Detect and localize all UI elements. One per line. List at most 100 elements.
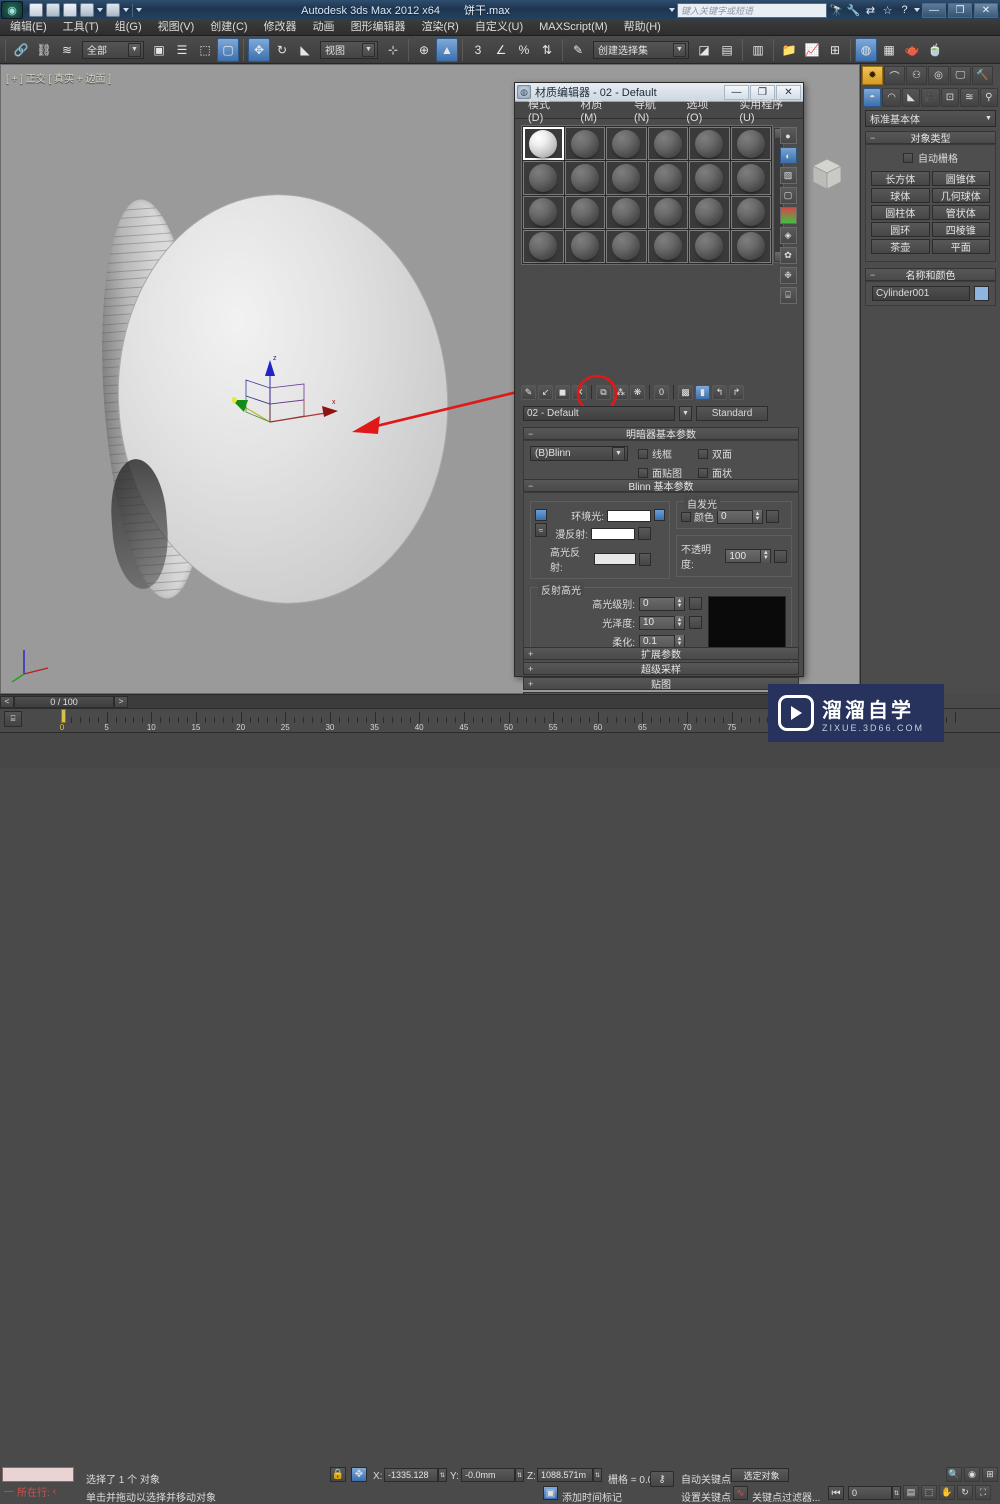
- edit-named-selection-icon[interactable]: ✎: [567, 38, 589, 62]
- x-spinner[interactable]: ⇅: [438, 1468, 447, 1482]
- material-slot-23[interactable]: [730, 229, 771, 263]
- diffuse-specular-lock-icon[interactable]: ≈: [535, 523, 547, 537]
- select-object-icon[interactable]: ▣: [148, 38, 170, 62]
- search-input[interactable]: 键入关键字或短语: [677, 2, 827, 18]
- next-frame-button[interactable]: >: [114, 695, 128, 708]
- get-material-icon[interactable]: ✎: [521, 384, 536, 400]
- make-material-copy-icon[interactable]: ⧉: [596, 384, 611, 400]
- diffuse-color-swatch[interactable]: [591, 527, 635, 540]
- zoom-icon[interactable]: 🔍: [946, 1467, 962, 1482]
- material-slot-1[interactable]: [564, 127, 605, 161]
- me-menu-material[interactable]: 材质(M): [571, 96, 625, 124]
- show-map-in-viewport-icon[interactable]: ▩: [678, 384, 693, 400]
- time-slider-handle[interactable]: [61, 709, 66, 723]
- material-slot-6[interactable]: [523, 161, 564, 195]
- object-type-collapse-icon[interactable]: −: [870, 133, 875, 143]
- opacity-map-button[interactable]: [774, 549, 787, 563]
- exchange-icon[interactable]: ⇄: [863, 3, 878, 18]
- help-dropdown-icon[interactable]: [914, 8, 920, 12]
- window-crossing-icon[interactable]: ▢: [217, 37, 239, 62]
- material-slot-22[interactable]: [689, 229, 730, 263]
- field-of-view-icon[interactable]: ▤: [903, 1485, 919, 1500]
- material-slot-9[interactable]: [647, 161, 688, 195]
- material-editor-dialog[interactable]: ◍ 材质编辑器 - 02 - Default — ❐ ✕ 模式(D) 材质(M)…: [514, 82, 804, 706]
- zoom-all-icon[interactable]: ◉: [964, 1467, 980, 1482]
- material-slot-19[interactable]: [564, 229, 605, 263]
- wireframe-checkbox[interactable]: [638, 448, 648, 459]
- blinn-rollout-header[interactable]: − Blinn 基本参数: [523, 479, 799, 493]
- material-name-input[interactable]: 02 - Default: [523, 406, 675, 421]
- menu-item-create[interactable]: 创建(C): [202, 20, 255, 35]
- minimize-button[interactable]: —: [922, 2, 946, 18]
- make-unique-icon[interactable]: ⁂: [613, 384, 628, 400]
- z-coordinate-field[interactable]: 1088.571m: [537, 1468, 593, 1482]
- object-name-input[interactable]: Cylinder001: [872, 286, 970, 301]
- align-icon[interactable]: ▤: [716, 38, 738, 62]
- material-slot-10[interactable]: [689, 161, 730, 195]
- rollout-supersampling[interactable]: + 超级采样: [523, 662, 799, 676]
- material-editor-icon[interactable]: ◍: [855, 37, 877, 62]
- twosided-checkbox-row[interactable]: 双面: [698, 446, 732, 461]
- self-illum-spin-buttons[interactable]: ▲ ▼: [752, 510, 762, 523]
- layer-manager-icon[interactable]: ▥: [747, 38, 769, 62]
- me-menu-navigation[interactable]: 导航(N): [625, 96, 677, 124]
- material-name-dropdown-icon[interactable]: ▼: [679, 406, 692, 421]
- x-coordinate-field[interactable]: -1335.128: [384, 1468, 438, 1482]
- hierarchy-tab-icon[interactable]: ⚇: [906, 65, 927, 85]
- sample-uv-tiling-icon[interactable]: ▢: [779, 187, 797, 204]
- material-slot-14[interactable]: [606, 195, 647, 229]
- blinn-collapse-icon[interactable]: −: [528, 481, 533, 491]
- options-icon[interactable]: ✿: [779, 247, 797, 264]
- transform-gizmo[interactable]: z x: [232, 350, 352, 445]
- selected-object-filter[interactable]: 选定对象: [731, 1468, 789, 1482]
- viewcube[interactable]: [805, 152, 849, 196]
- maximize-viewport-icon[interactable]: ⛶: [975, 1485, 991, 1500]
- menu-item-maxscript[interactable]: MAXScript(M): [531, 20, 615, 35]
- y-coordinate-field[interactable]: -0.0mm: [461, 1468, 515, 1482]
- utilities-tab-icon[interactable]: 🔨: [972, 65, 993, 85]
- material-slot-11[interactable]: [730, 161, 771, 195]
- bind-space-warp-icon[interactable]: ≋: [56, 38, 78, 62]
- named-selection-set-dropdown[interactable]: 创建选择集 ▼: [593, 40, 689, 59]
- select-link-icon[interactable]: 🔗: [10, 38, 32, 62]
- name-color-header[interactable]: − 名称和颜色: [865, 268, 996, 282]
- object-button-tube[interactable]: 管状体: [931, 205, 990, 220]
- material-slot-5[interactable]: [730, 127, 771, 161]
- wrench-icon[interactable]: 🔧: [846, 3, 861, 18]
- max-logo-icon[interactable]: ◉: [1, 1, 23, 19]
- category-chevron-icon[interactable]: ▼: [982, 115, 995, 122]
- ambient-diffuse-lock-icon[interactable]: [654, 509, 665, 521]
- help-icon[interactable]: ?: [897, 3, 912, 18]
- shader-chevron-icon[interactable]: ▼: [612, 446, 625, 461]
- select-scale-icon[interactable]: ◣: [294, 38, 316, 62]
- object-button-torus[interactable]: 圆环: [871, 222, 930, 237]
- me-menu-utilities[interactable]: 实用程序(U): [730, 96, 803, 124]
- add-time-tag-icon[interactable]: ▣: [543, 1486, 558, 1500]
- pan-icon[interactable]: ✋: [939, 1485, 955, 1500]
- menu-item-help[interactable]: 帮助(H): [616, 20, 669, 35]
- material-type-button[interactable]: Standard: [696, 406, 768, 421]
- orbit-icon[interactable]: ↻: [957, 1485, 973, 1500]
- specular-level-spin-buttons[interactable]: ▲ ▼: [674, 597, 684, 610]
- material-slot-21[interactable]: [647, 229, 688, 263]
- display-tab-icon[interactable]: 🖵: [950, 65, 971, 85]
- frame-counter[interactable]: 0 / 100: [14, 695, 114, 708]
- use-pivot-point-icon[interactable]: ⊹: [382, 38, 404, 62]
- viewport-label[interactable]: [ + ] 正交 [ 真实 + 边面 ]: [6, 70, 111, 85]
- name-color-collapse-icon[interactable]: −: [870, 270, 875, 280]
- category-dropdown[interactable]: 标准基本体 ▼: [865, 110, 996, 127]
- percent-snap-icon[interactable]: %: [513, 38, 535, 62]
- menu-item-customize[interactable]: 自定义(U): [467, 20, 531, 35]
- maximize-button[interactable]: ❐: [948, 2, 972, 18]
- backlight-icon[interactable]: ◐: [779, 147, 797, 164]
- select-rotate-icon[interactable]: ↻: [271, 38, 293, 62]
- menu-item-animation[interactable]: 动画: [305, 20, 343, 35]
- shader-dropdown[interactable]: (B)Blinn ▼: [530, 446, 628, 461]
- z-spinner[interactable]: ⇅: [593, 1468, 602, 1482]
- selection-filter-dropdown[interactable]: 全部 ▼: [82, 40, 144, 59]
- snaps-toggle-icon[interactable]: ▲: [436, 37, 458, 62]
- expand-icon-3[interactable]: +: [528, 679, 533, 689]
- ambient-lock-icon[interactable]: [535, 509, 547, 521]
- select-move-icon[interactable]: ✥: [248, 37, 270, 62]
- infocenter-expand-icon[interactable]: [669, 8, 675, 12]
